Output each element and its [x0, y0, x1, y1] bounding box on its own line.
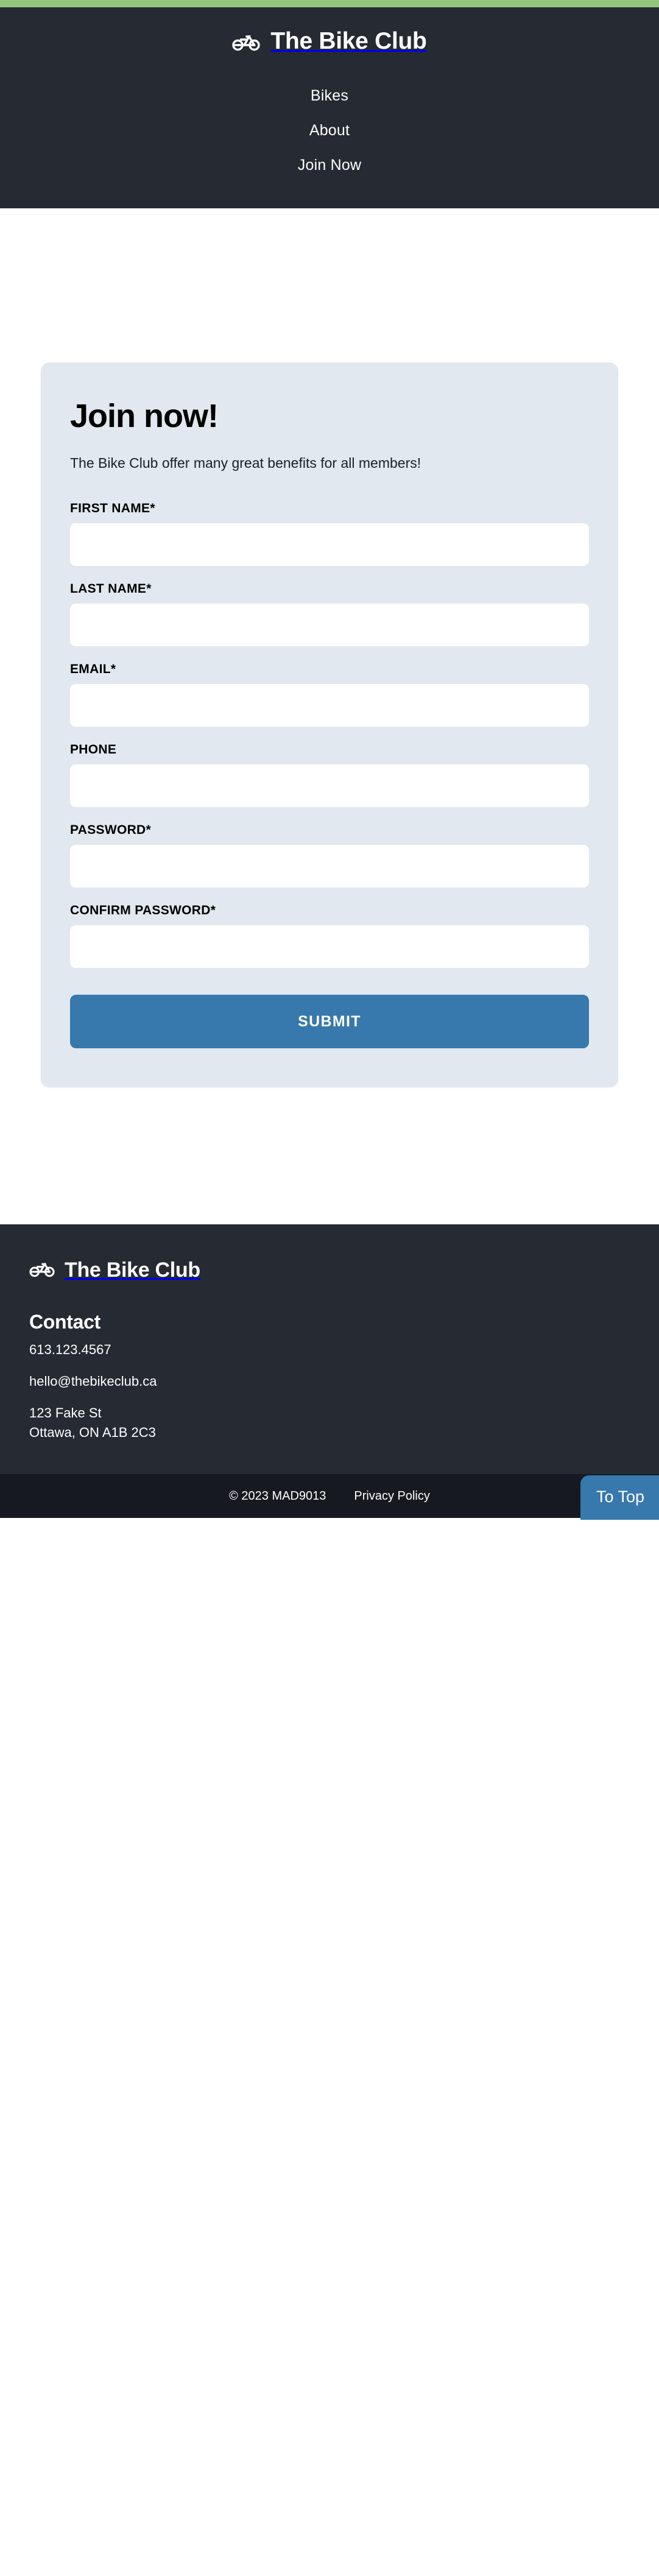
- site-header: The Bike Club Bikes About Join Now: [0, 7, 659, 208]
- email-input[interactable]: [70, 684, 589, 727]
- label-password: PASSWORD*: [70, 823, 151, 838]
- label-first-name: FIRST NAME*: [70, 501, 155, 516]
- site-footer: The Bike Club Contact 613.123.4567 hello…: [0, 1224, 659, 1475]
- nav-item-bikes[interactable]: Bikes: [311, 79, 348, 113]
- address-line-1: 123 Fake St: [29, 1405, 102, 1421]
- privacy-policy-link[interactable]: Privacy Policy: [354, 1490, 429, 1502]
- to-top-button[interactable]: To Top: [580, 1475, 659, 1520]
- label-confirm-password: CONFIRM PASSWORD*: [70, 903, 216, 918]
- nav-item-about[interactable]: About: [309, 113, 350, 148]
- contact-email[interactable]: hello@thebikeclub.ca: [29, 1372, 630, 1391]
- contact-heading: Contact: [29, 1311, 101, 1333]
- label-last-name: LAST NAME*: [70, 582, 152, 596]
- top-accent-bar: [0, 0, 659, 7]
- footer-brand-logo-link[interactable]: The Bike Club: [29, 1260, 630, 1280]
- label-phone: PHONE: [70, 743, 117, 757]
- last-name-input[interactable]: [70, 604, 589, 647]
- label-email: EMAIL*: [70, 662, 116, 677]
- submit-button[interactable]: SUBMIT: [70, 995, 589, 1049]
- field-last-name: LAST NAME*: [70, 582, 589, 647]
- field-confirm-password: CONFIRM PASSWORD*: [70, 903, 589, 969]
- password-input[interactable]: [70, 845, 589, 888]
- page-title: Join now!: [70, 398, 219, 434]
- bicycle-icon: [29, 1260, 55, 1280]
- join-form-card: Join now! The Bike Club offer many great…: [41, 362, 618, 1088]
- field-first-name: FIRST NAME*: [70, 501, 589, 566]
- page-root: The Bike Club Bikes About Join Now Join …: [0, 0, 659, 2576]
- footer-bottom-bar: © 2023 MAD9013 Privacy Policy: [0, 1474, 659, 1519]
- first-name-input[interactable]: [70, 523, 589, 566]
- card-subtitle: The Bike Club offer many great benefits …: [70, 454, 421, 471]
- main-content: Join now! The Bike Club offer many great…: [0, 208, 659, 1088]
- join-form: FIRST NAME* LAST NAME* EMAIL* PHONE PASS: [70, 501, 589, 1049]
- footer-brand-name: The Bike Club: [65, 1258, 200, 1282]
- contact-phone[interactable]: 613.123.4567: [29, 1341, 630, 1359]
- field-email: EMAIL*: [70, 662, 589, 727]
- contact-address: 123 Fake St Ottawa, ON A1B 2C3: [29, 1403, 630, 1442]
- field-password: PASSWORD*: [70, 823, 589, 888]
- confirm-password-input[interactable]: [70, 925, 589, 969]
- address-line-2: Ottawa, ON A1B 2C3: [29, 1425, 156, 1441]
- bicycle-icon: [232, 32, 261, 51]
- copyright-text: © 2023 MAD9013: [229, 1489, 326, 1503]
- brand-logo-link[interactable]: The Bike Club: [0, 29, 659, 53]
- nav-item-join-now[interactable]: Join Now: [298, 148, 361, 183]
- main-nav: Bikes About Join Now: [0, 79, 659, 183]
- field-phone: PHONE: [70, 743, 589, 808]
- brand-name: The Bike Club: [270, 28, 427, 54]
- phone-input[interactable]: [70, 764, 589, 808]
